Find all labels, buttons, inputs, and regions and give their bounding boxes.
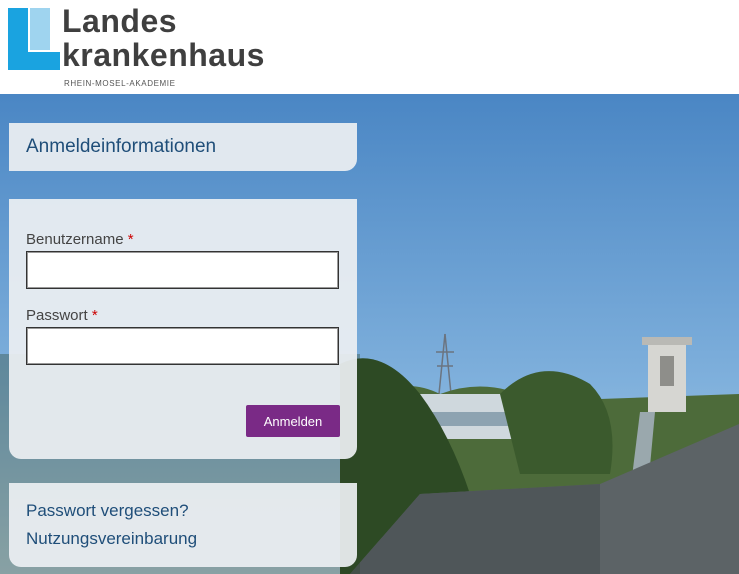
username-label: Benutzername * bbox=[26, 231, 134, 248]
site-header: Landes krankenhaus RHEIN-MOSEL-AKADEMIE bbox=[0, 0, 739, 94]
terms-link[interactable]: Nutzungsvereinbarung bbox=[26, 529, 197, 549]
required-asterisk: * bbox=[91, 307, 98, 324]
brand-subtitle: RHEIN-MOSEL-AKADEMIE bbox=[64, 79, 176, 88]
password-label: Passwort * bbox=[26, 307, 98, 324]
login-form: Benutzername * Passwort * Anmelden bbox=[9, 199, 357, 459]
links-panel: Passwort vergessen? Nutzungsvereinbarung bbox=[9, 483, 357, 567]
login-button[interactable]: Anmelden bbox=[246, 405, 340, 437]
logo-icon bbox=[8, 8, 60, 70]
login-title-panel: Anmeldeinformationen bbox=[9, 123, 357, 171]
username-input[interactable] bbox=[26, 251, 339, 289]
username-label-text: Benutzername bbox=[26, 231, 124, 248]
section-title: Anmeldeinformationen bbox=[26, 136, 217, 157]
password-label-text: Passwort bbox=[26, 307, 88, 324]
brand-title-line2: krankenhaus bbox=[62, 37, 265, 73]
password-input[interactable] bbox=[26, 327, 339, 365]
brand-title-line1: Landes bbox=[62, 3, 178, 39]
required-asterisk: * bbox=[127, 231, 134, 248]
forgot-password-link[interactable]: Passwort vergessen? bbox=[26, 501, 189, 521]
